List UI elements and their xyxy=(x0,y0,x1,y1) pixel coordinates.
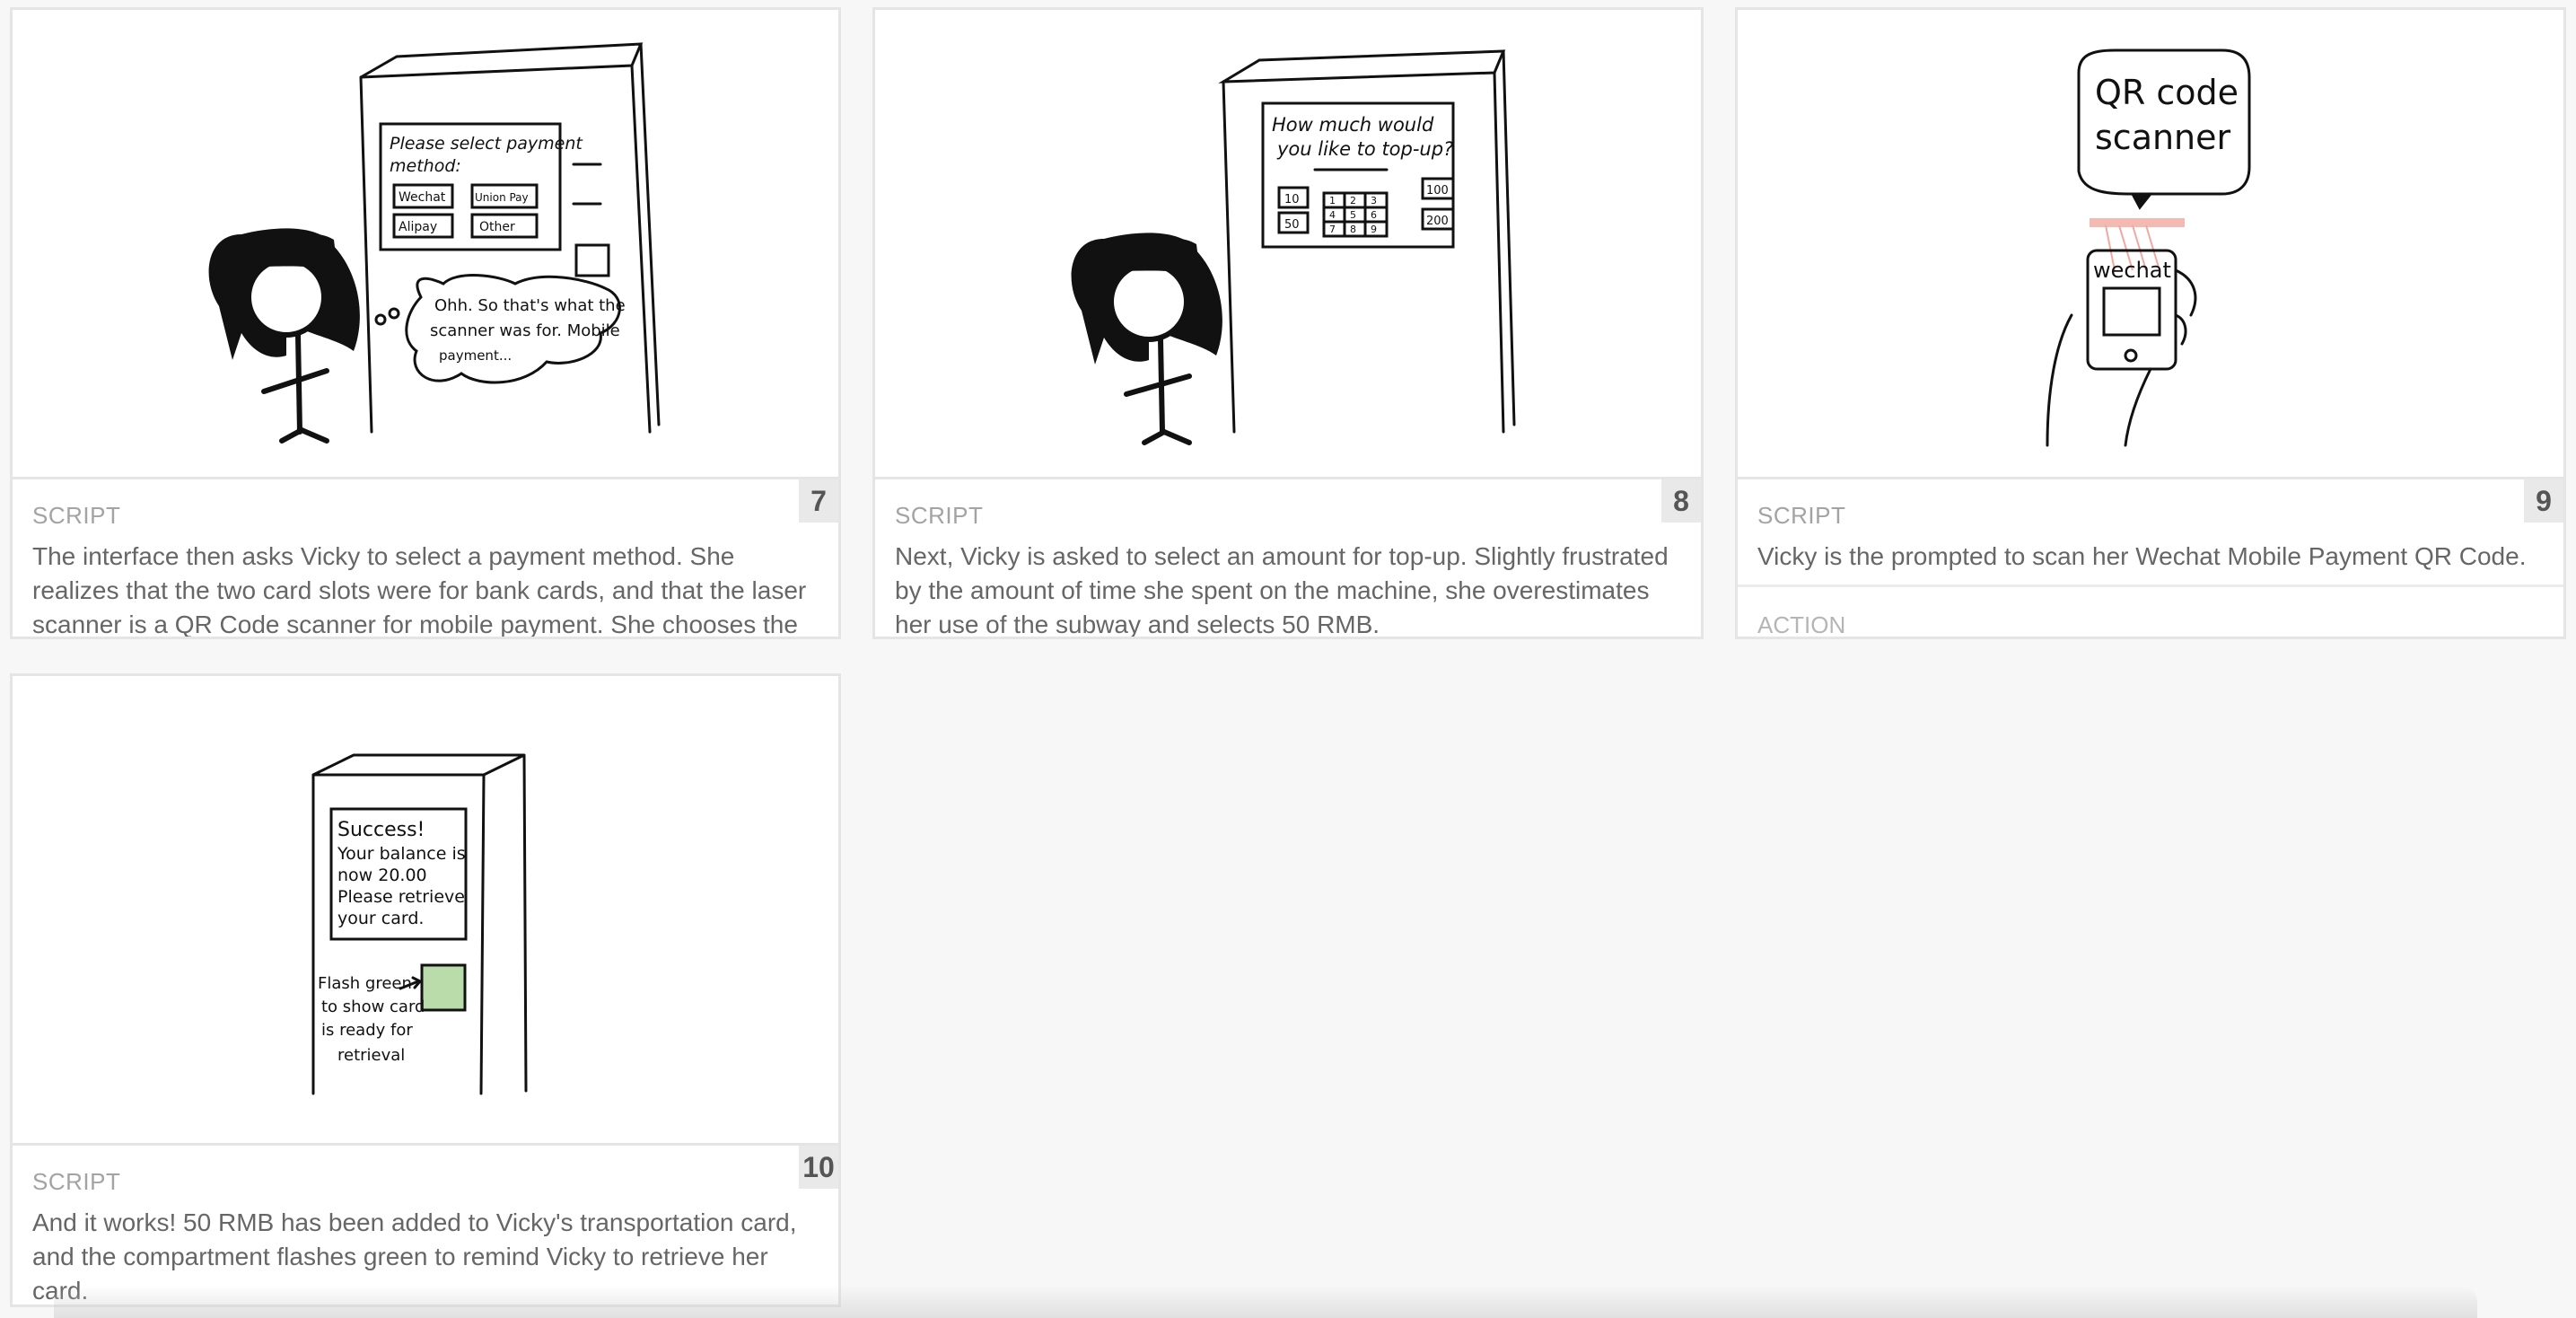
svg-text:payment...: payment... xyxy=(439,347,512,364)
script-label: SCRIPT xyxy=(1757,502,1846,529)
svg-text:to show card: to show card xyxy=(321,997,425,1016)
storyboard-panel-8[interactable]: How much would you like to top-up? 10 50… xyxy=(872,7,1704,639)
svg-text:Flash green: Flash green xyxy=(318,974,412,993)
script-label: SCRIPT xyxy=(895,502,984,529)
svg-text:your card.: your card. xyxy=(337,909,424,928)
sketch-image-success: Success! Your balance is now 20.00 Pleas… xyxy=(13,676,838,1143)
storyboard-panel-9[interactable]: QR code scanner wechat 9 SCRIPT Vicky is… xyxy=(1735,7,2566,639)
svg-text:is ready for: is ready for xyxy=(321,1021,413,1040)
machine-left-edge xyxy=(361,77,372,432)
sketch-drawing: QR code scanner wechat xyxy=(1738,10,2563,477)
svg-text:scanner was for. Mobile: scanner was for. Mobile xyxy=(430,321,620,340)
svg-text:Ohh. So that's what the: Ohh. So that's what the xyxy=(434,296,626,315)
sketch-drawing: How much would you like to top-up? 10 50… xyxy=(1071,10,1701,477)
person-vicky xyxy=(208,228,360,441)
sketch-drawing: Please select payment method: Wechat Uni… xyxy=(208,10,838,477)
svg-text:scanner: scanner xyxy=(2095,118,2231,157)
svg-text:now 20.00: now 20.00 xyxy=(337,865,427,885)
art-divider xyxy=(1738,477,2563,479)
script-label: SCRIPT xyxy=(32,502,121,529)
svg-text:7: 7 xyxy=(1329,224,1336,235)
svg-text:QR code: QR code xyxy=(2095,73,2239,112)
flash-green-compartment xyxy=(422,965,465,1010)
section-divider xyxy=(1738,584,2563,587)
svg-text:Alipay: Alipay xyxy=(399,220,437,234)
panel-number: 8 xyxy=(1661,479,1701,523)
machine-top xyxy=(361,44,641,77)
svg-text:Please select payment: Please select payment xyxy=(390,134,583,154)
svg-text:wechat: wechat xyxy=(2093,258,2171,283)
svg-text:How much would: How much would xyxy=(1272,114,1434,136)
svg-text:2: 2 xyxy=(1350,195,1356,206)
art-divider xyxy=(875,477,1701,479)
action-label: ACTION xyxy=(1757,611,1846,638)
sketch-image-payment-method: Please select payment method: Wechat Uni… xyxy=(13,10,838,477)
svg-text:Union Pay: Union Pay xyxy=(475,191,529,204)
svg-text:3: 3 xyxy=(1371,195,1377,206)
svg-text:8: 8 xyxy=(1350,224,1356,235)
svg-text:Success!: Success! xyxy=(337,819,425,841)
sketch-drawing: Success! Your balance is now 20.00 Pleas… xyxy=(13,676,838,1143)
sketch-image-top-up-amount: How much would you like to top-up? 10 50… xyxy=(875,10,1701,477)
machine-back-edge xyxy=(641,44,659,425)
svg-text:Please retrieve: Please retrieve xyxy=(337,887,465,907)
script-text[interactable]: Next, Vicky is asked to select an amount… xyxy=(895,540,1685,637)
panel-number: 9 xyxy=(2524,479,2563,523)
script-label: SCRIPT xyxy=(32,1168,121,1195)
storyboard-panel-10[interactable]: Success! Your balance is now 20.00 Pleas… xyxy=(10,673,841,1307)
svg-text:50: 50 xyxy=(1284,218,1300,232)
svg-text:6: 6 xyxy=(1371,209,1377,221)
svg-text:200: 200 xyxy=(1426,215,1449,228)
svg-text:Other: Other xyxy=(479,220,515,234)
svg-text:retrieval: retrieval xyxy=(337,1046,405,1065)
svg-text:100: 100 xyxy=(1426,184,1449,198)
sketch-image-qr-scan: QR code scanner wechat xyxy=(1738,10,2563,477)
person-vicky xyxy=(1071,233,1222,443)
script-text[interactable]: The interface then asks Vicky to select … xyxy=(32,540,822,637)
art-divider xyxy=(13,477,838,479)
art-divider xyxy=(13,1143,838,1146)
panel-number: 10 xyxy=(799,1146,838,1189)
script-text[interactable]: Vicky is the prompted to scan her Wechat… xyxy=(1757,540,2547,574)
svg-text:4: 4 xyxy=(1329,209,1336,221)
svg-text:you like to top-up?: you like to top-up? xyxy=(1276,138,1453,160)
storyboard-panel-7[interactable]: Please select payment method: Wechat Uni… xyxy=(10,7,841,639)
svg-text:5: 5 xyxy=(1350,209,1356,221)
script-text[interactable]: And it works! 50 RMB has been added to V… xyxy=(32,1206,822,1305)
svg-text:9: 9 xyxy=(1371,224,1377,235)
machine-right-edge xyxy=(632,66,650,432)
svg-text:1: 1 xyxy=(1329,195,1336,206)
svg-text:10: 10 xyxy=(1284,193,1300,206)
svg-text:method:: method: xyxy=(390,156,461,176)
panel-number: 7 xyxy=(799,479,838,523)
laser-beam xyxy=(2090,218,2185,227)
svg-text:Your balance is: Your balance is xyxy=(337,844,466,864)
svg-text:Wechat: Wechat xyxy=(399,190,446,205)
